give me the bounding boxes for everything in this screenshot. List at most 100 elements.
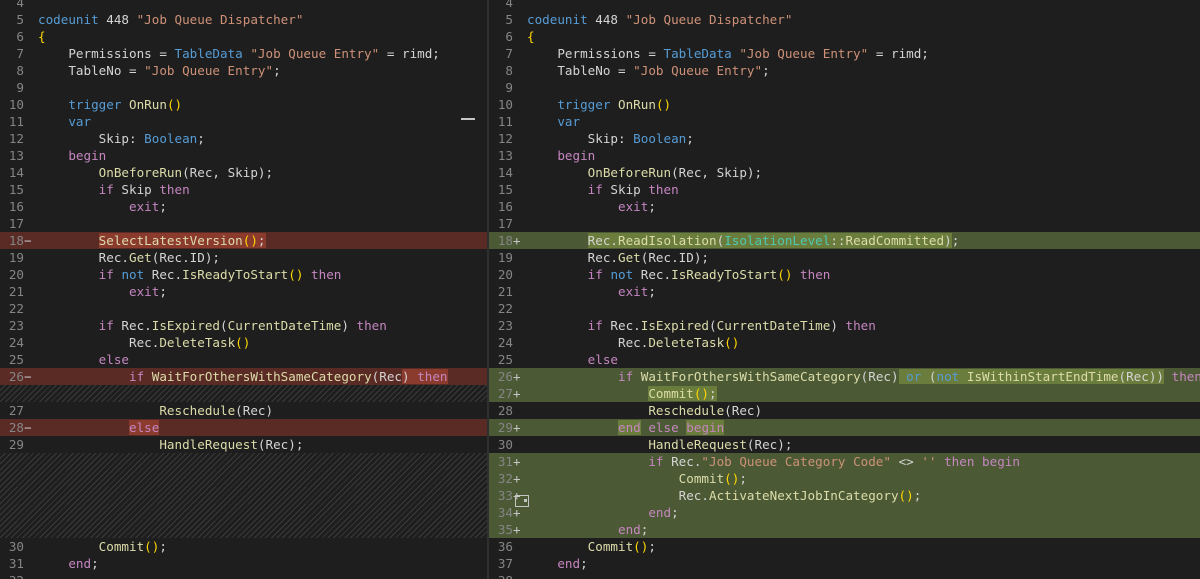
code-line[interactable]: 24 Rec.DeleteTask()	[489, 334, 1200, 351]
code-line[interactable]: 22	[0, 300, 487, 317]
code-line[interactable]: 36 Commit();	[489, 538, 1200, 555]
code-line[interactable]: 10 trigger OnRun()	[489, 96, 1200, 113]
code-line[interactable]: 16 exit;	[489, 198, 1200, 215]
code-line[interactable]: 23 if Rec.IsExpired(CurrentDateTime) the…	[489, 317, 1200, 334]
code-line[interactable]: 37 end;	[489, 555, 1200, 572]
code-line[interactable]: 25 else	[489, 351, 1200, 368]
code-line[interactable]: 11 var	[0, 113, 487, 130]
code-line[interactable]: 13 begin	[489, 147, 1200, 164]
code-line[interactable]: 15 if Skip then	[0, 181, 487, 198]
code-line[interactable]: 4	[0, 0, 487, 11]
code-line[interactable]: 23 if Rec.IsExpired(CurrentDateTime) the…	[0, 317, 487, 334]
code-line[interactable]: 17	[489, 215, 1200, 232]
code-line[interactable]: 22	[489, 300, 1200, 317]
code-line[interactable]: 8 TableNo = "Job Queue Entry";	[489, 62, 1200, 79]
code-line[interactable]: 4	[489, 0, 1200, 11]
code-line[interactable]: 15 if Skip then	[489, 181, 1200, 198]
terminal-box-icon[interactable]	[515, 495, 529, 507]
code-line[interactable]: 32	[0, 572, 487, 579]
code-line[interactable]: 29+ end else begin	[489, 419, 1200, 436]
diff-original-pane[interactable]: 4 5 codeunit 448 "Job Queue Dispatcher" 6{7…	[0, 0, 487, 579]
code-line[interactable]: 38	[489, 572, 1200, 579]
code-line[interactable]: 5 codeunit 448 "Job Queue Dispatcher"	[489, 11, 1200, 28]
line-number: 37	[497, 556, 513, 571]
code-line[interactable]: 21 exit;	[0, 283, 487, 300]
code-line[interactable]: 30 HandleRequest(Rec);	[489, 436, 1200, 453]
code-line[interactable]: 26+ if WaitForOthersWithSameCategory(Rec…	[489, 368, 1200, 385]
code-token: = rimd;	[868, 46, 929, 61]
code-line[interactable]: 30 Commit();	[0, 538, 487, 555]
line-number: 22	[8, 301, 24, 316]
code-text: Reschedule(Rec)	[527, 402, 762, 419]
code-line[interactable]: 19 Rec.Get(Rec.ID);	[0, 249, 487, 266]
code-text: Permissions = TableData "Job Queue Entry…	[527, 45, 929, 62]
line-number: 8	[505, 63, 513, 78]
code-text: else	[527, 351, 618, 368]
inserted-marker: +	[513, 471, 521, 486]
code-line[interactable]: 31 end;	[0, 555, 487, 572]
diff-modified-pane[interactable]: 4 5 codeunit 448 "Job Queue Dispatcher" 6{7…	[489, 0, 1200, 579]
line-number-gutter: 35+	[489, 521, 521, 538]
code-line[interactable]: 19 Rec.Get(Rec.ID);	[489, 249, 1200, 266]
line-number: 16	[8, 199, 24, 214]
code-line[interactable]: 12 Skip: Boolean;	[489, 130, 1200, 147]
code-token: Rec.	[38, 250, 129, 265]
code-line[interactable]: 9	[0, 79, 487, 96]
code-line[interactable]: 14 OnBeforeRun(Rec, Skip);	[0, 164, 487, 181]
code-token: trigger	[68, 97, 122, 112]
code-line[interactable]: 33+ Rec.ActivateNextJobInCategory();	[489, 487, 1200, 504]
code-line[interactable]: 25 else	[0, 351, 487, 368]
code-line[interactable]: 28− else	[0, 419, 487, 436]
code-line[interactable]: 34+ end;	[489, 504, 1200, 521]
code-line[interactable]: 35+ end;	[489, 521, 1200, 538]
code-line[interactable]: 9	[489, 79, 1200, 96]
code-line[interactable]: 18− SelectLatestVersion();	[0, 232, 487, 249]
code-line[interactable]: 8 TableNo = "Job Queue Entry";	[0, 62, 487, 79]
code-line[interactable]: 27 Reschedule(Rec)	[0, 402, 487, 419]
code-line[interactable]: 6{	[489, 28, 1200, 45]
code-text: Permissions = TableData "Job Queue Entry…	[38, 45, 440, 62]
code-line[interactable]: 20 if not Rec.IsReadyToStart() then	[489, 266, 1200, 283]
code-token: if	[618, 369, 634, 384]
code-line[interactable]: 7 Permissions = TableData "Job Queue Ent…	[0, 45, 487, 62]
code-line[interactable]: 10 trigger OnRun()	[0, 96, 487, 113]
code-token: ()	[724, 335, 740, 350]
code-line[interactable]: 27+ Commit();	[489, 385, 1200, 402]
code-line[interactable]: 26− if WaitForOthersWithSameCategory(Rec…	[0, 368, 487, 385]
code-token: ;	[159, 284, 167, 299]
code-line[interactable]: 14 OnBeforeRun(Rec, Skip);	[489, 164, 1200, 181]
code-line[interactable]: 11 var	[489, 113, 1200, 130]
code-token: ;	[640, 522, 649, 537]
code-line[interactable]: 32+ Commit();	[489, 470, 1200, 487]
code-line[interactable]: 24 Rec.DeleteTask()	[0, 334, 487, 351]
code-token: Rec.	[663, 454, 702, 469]
code-line[interactable]: 18+ Rec.ReadIsolation(IsolationLevel::Re…	[489, 232, 1200, 249]
code-line[interactable]: 17	[0, 215, 487, 232]
code-line[interactable]: 13 begin	[0, 147, 487, 164]
line-number-gutter: 14	[0, 164, 30, 181]
line-number-gutter	[0, 504, 30, 521]
line-number-gutter: 28−	[0, 419, 32, 436]
code-token: Commit	[98, 539, 145, 554]
code-line[interactable]: 16 exit;	[0, 198, 487, 215]
code-text: exit;	[38, 198, 167, 215]
code-line[interactable]: 6{	[0, 28, 487, 45]
code-token: Skip:	[38, 131, 145, 146]
code-line[interactable]: 5 codeunit 448 "Job Queue Dispatcher"	[0, 11, 487, 28]
code-token: end	[68, 556, 92, 571]
code-token: = rimd;	[379, 46, 440, 61]
code-line[interactable]: 20 if not Rec.IsReadyToStart() then	[0, 266, 487, 283]
code-line[interactable]: 21 exit;	[489, 283, 1200, 300]
code-line[interactable]: 28 Reschedule(Rec)	[489, 402, 1200, 419]
code-line[interactable]: 31+ if Rec."Job Queue Category Code" <> …	[489, 453, 1200, 470]
overview-ruler-mark	[461, 118, 475, 120]
code-token: then	[800, 267, 831, 282]
code-line[interactable]: 7 Permissions = TableData "Job Queue Ent…	[489, 45, 1200, 62]
line-number: 10	[8, 97, 24, 112]
code-line[interactable]: 29 HandleRequest(Rec);	[0, 436, 487, 453]
code-line[interactable]: 12 Skip: Boolean;	[0, 130, 487, 147]
code-token: end	[557, 556, 581, 571]
